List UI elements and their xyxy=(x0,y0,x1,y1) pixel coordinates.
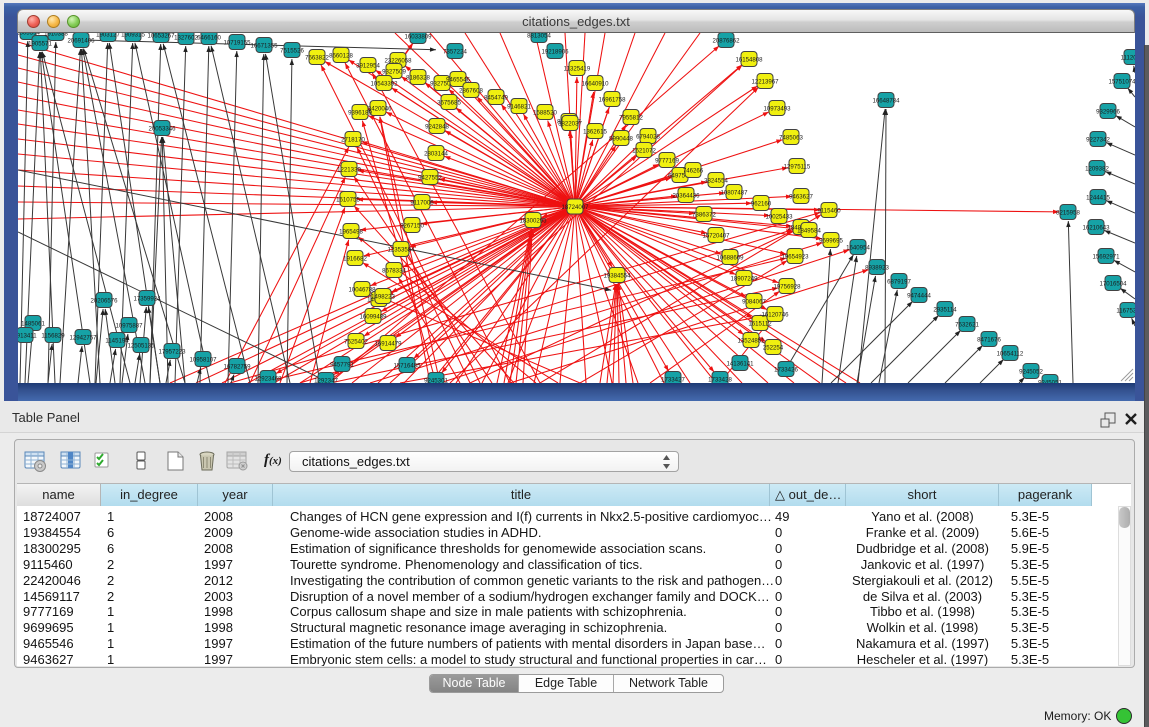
svg-text:1167534: 1167534 xyxy=(1116,307,1135,314)
svg-text:1112094: 1112094 xyxy=(1121,54,1135,61)
svg-text:15751074: 15751074 xyxy=(1108,78,1135,85)
